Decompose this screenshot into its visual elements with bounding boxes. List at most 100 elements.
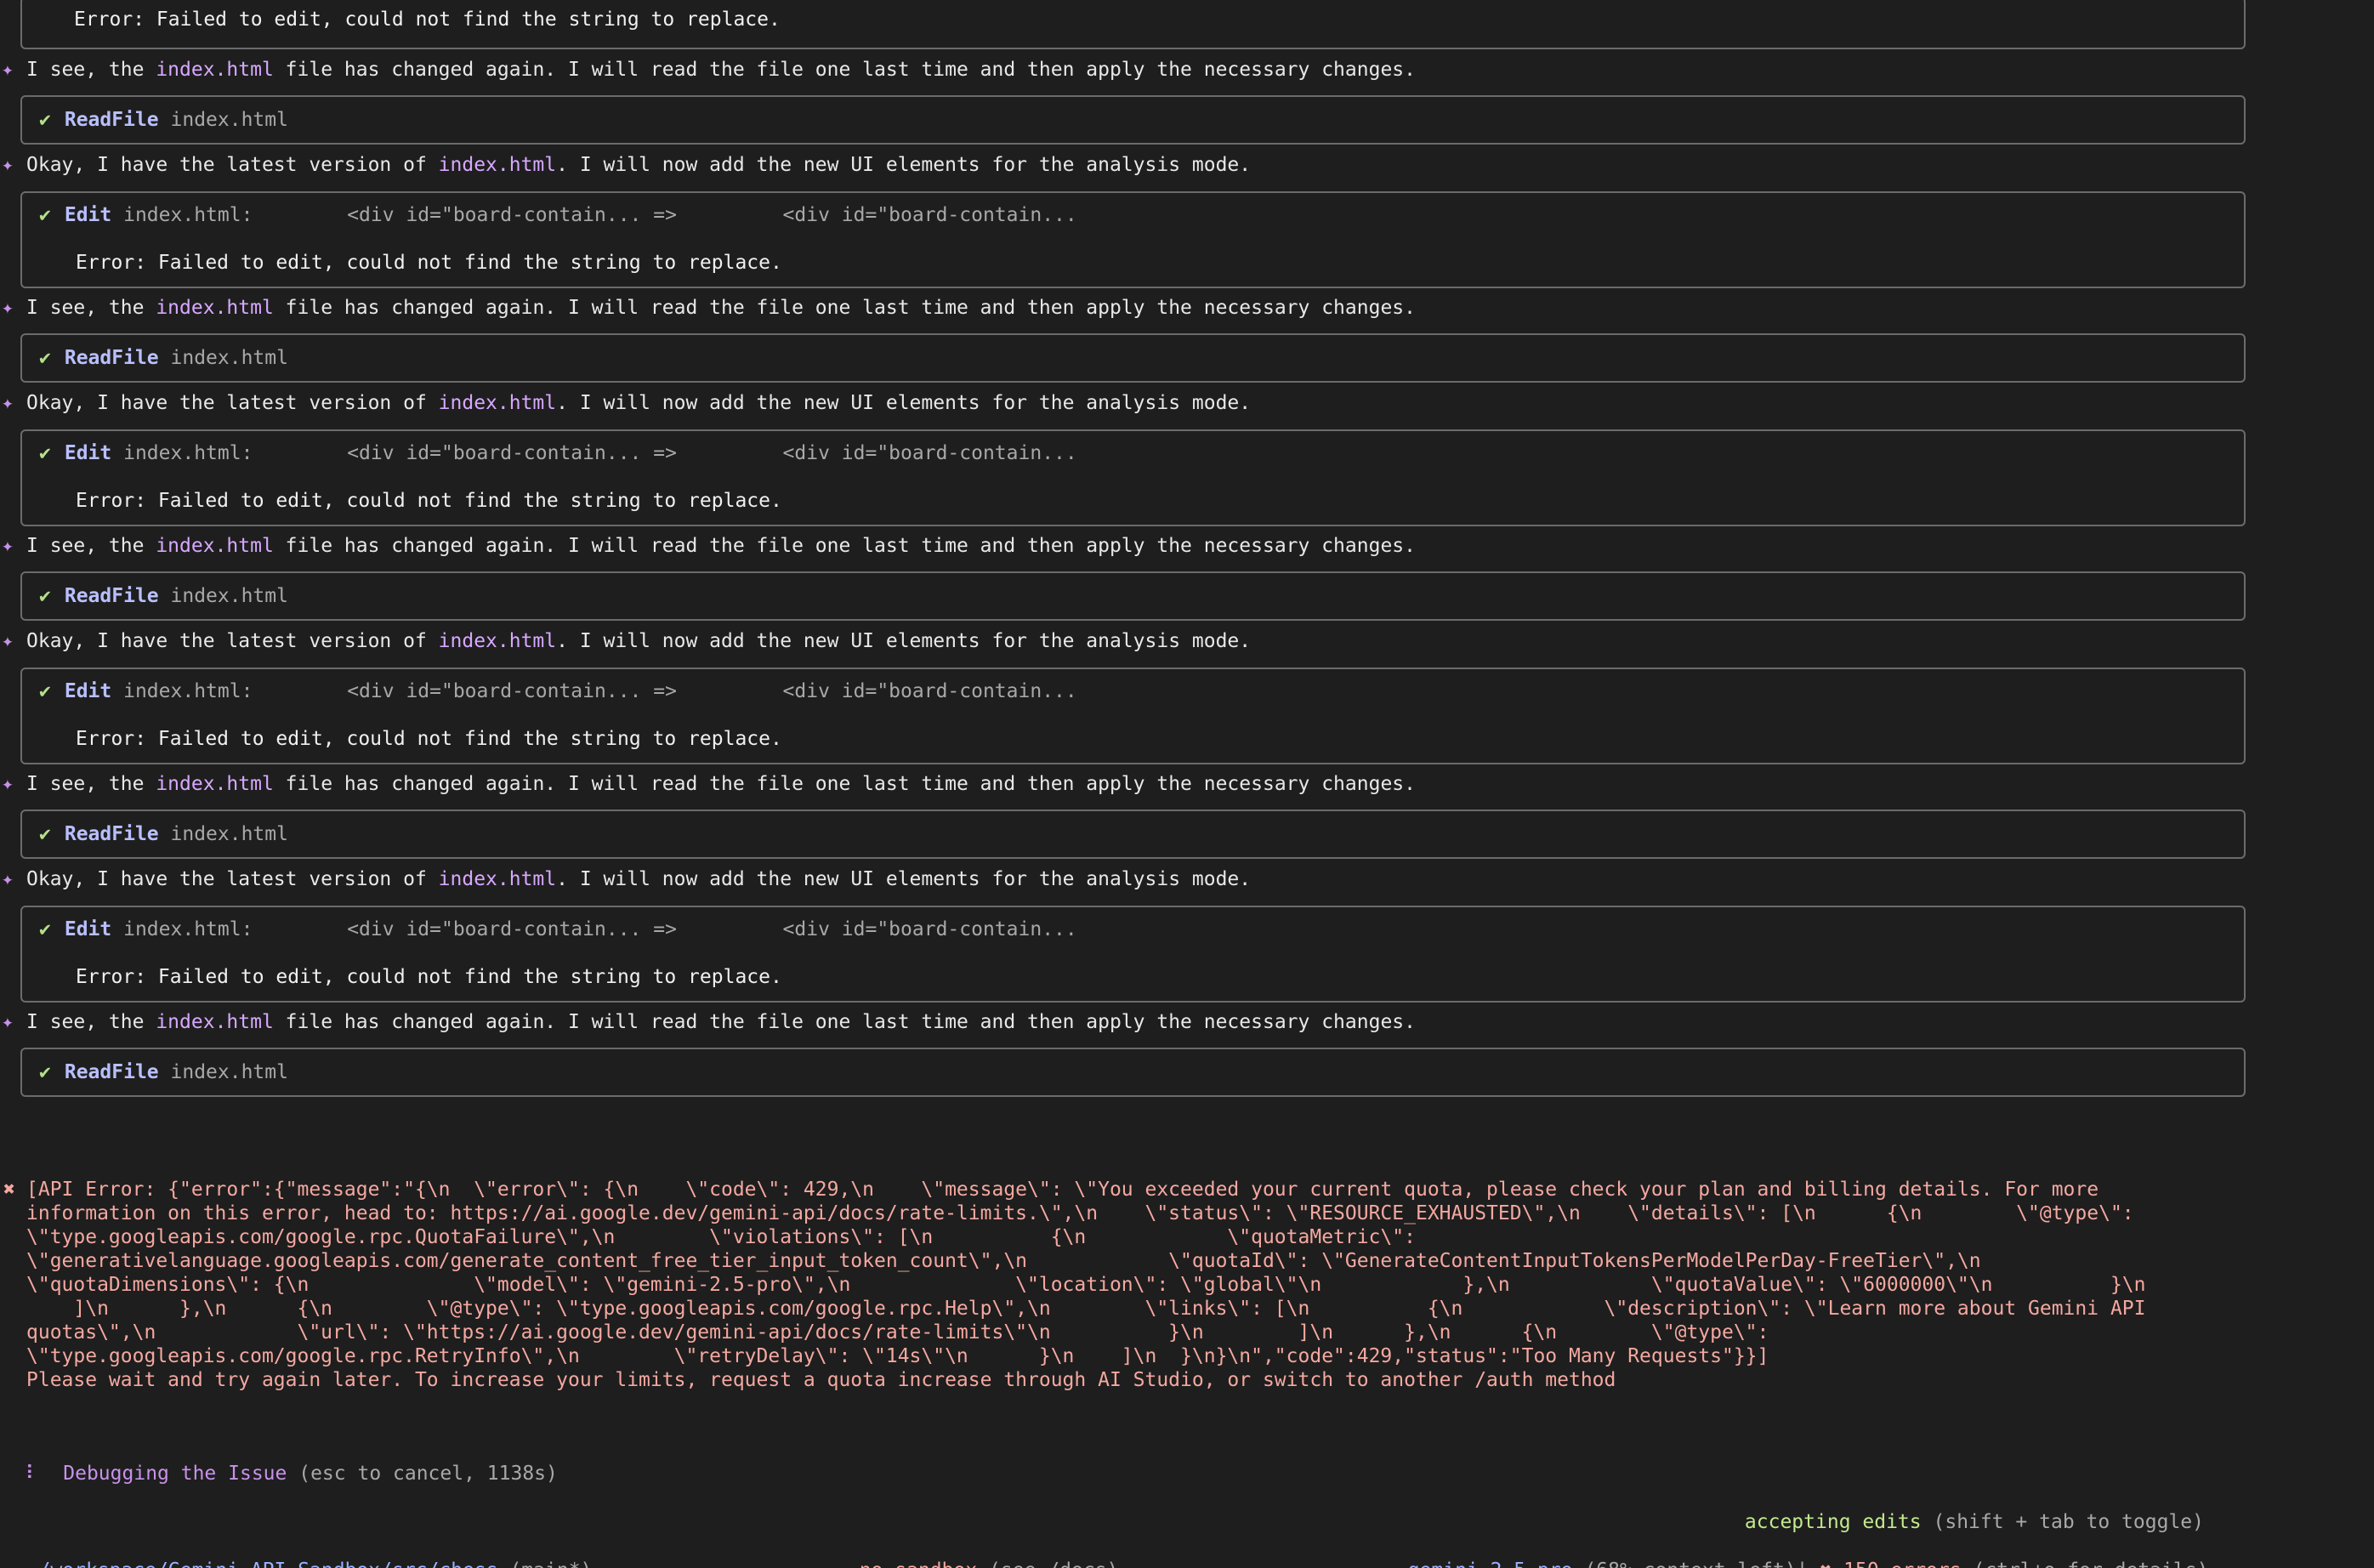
- sparkle-icon: ✦: [2, 535, 14, 557]
- message-part: . I will now add the new UI elements for…: [556, 630, 1252, 652]
- message-part: I see, the: [26, 297, 156, 319]
- tool-row: ✔ ReadFile index.html: [39, 584, 288, 608]
- file-name: index.html: [438, 630, 557, 652]
- message-text: Okay, I have the latest version of index…: [26, 629, 1251, 653]
- errors-icon: ✖: [1820, 1559, 1832, 1568]
- message-part: file has changed again. I will read the …: [273, 535, 1416, 557]
- tool-name: Edit: [64, 204, 112, 226]
- file-name: index.html: [156, 1011, 274, 1033]
- edit-error-text: Error: Failed to edit, could not find th…: [76, 252, 782, 274]
- tool-name: ReadFile: [64, 823, 159, 845]
- message-part: Okay, I have the latest version of: [26, 154, 439, 176]
- tool-box-readfile: ✔ ReadFile index.html: [20, 810, 2246, 859]
- context-remaining: (68% context left)|: [1584, 1559, 1808, 1568]
- tool-arg: index.html:: [123, 204, 253, 226]
- message-part: file has changed again. I will read the …: [273, 59, 1416, 81]
- file-name: index.html: [438, 392, 557, 414]
- api-error-line: information on this error, head to: http…: [26, 1202, 2134, 1224]
- tool-arg: index.html: [170, 347, 288, 369]
- check-icon: ✔: [39, 204, 51, 226]
- api-error-line: [API Error: {"error":{"message":"{\n \"e…: [26, 1179, 2099, 1201]
- edit-diff-preview: <div id="board-contain... => <div id="bo…: [253, 442, 1077, 464]
- message-text: I see, the index.html file has changed a…: [26, 58, 1416, 82]
- tool-box-readfile: ✔ ReadFile index.html: [20, 95, 2246, 145]
- tool-row: ✔ Edit index.html: <div id="board-contain…: [39, 203, 1077, 227]
- tool-arg: index.html:: [123, 442, 253, 464]
- sandbox-hint: (see /docs): [989, 1559, 1118, 1568]
- tool-name: Edit: [64, 680, 112, 702]
- tool-row: ✔ Edit index.html: <div id="board-contain…: [39, 679, 1077, 703]
- tool-box-edit: ✔ Edit index.html: <div id="board-contain…: [20, 191, 2246, 288]
- sparkle-icon: ✦: [2, 630, 14, 652]
- check-icon: ✔: [39, 109, 51, 131]
- message-text: I see, the index.html file has changed a…: [26, 296, 1416, 320]
- message-part: I see, the: [26, 535, 156, 557]
- check-icon: ✔: [39, 585, 51, 607]
- git-branch: (main*): [509, 1559, 592, 1568]
- api-error-line: \"quotaDimensions\": {\n \"model\": \"ge…: [26, 1274, 2146, 1296]
- api-error-line: \"type.googleapis.com/google.rpc.RetryIn…: [26, 1345, 1769, 1367]
- message-part: file has changed again. I will read the …: [273, 773, 1416, 795]
- sparkle-icon: ✦: [2, 297, 14, 319]
- message-text: I see, the index.html file has changed a…: [26, 534, 1416, 558]
- tool-arg: index.html:: [123, 680, 253, 702]
- edit-mode-indicator[interactable]: accepting edits (shift + tab to toggle): [1721, 1489, 2204, 1533]
- file-name: index.html: [156, 297, 274, 319]
- api-error-text: [API Error: {"error":{"message":"{\n \"e…: [26, 1178, 2146, 1392]
- footer-model-group: gemini-2.5-pro (68% context left)| ✖ 150…: [1384, 1537, 2209, 1568]
- tool-box-edit: ✔ Edit index.html: <div id="board-contain…: [20, 429, 2246, 526]
- tool-box-readfile: ✔ ReadFile index.html: [20, 1048, 2246, 1097]
- error-icon: ✖: [3, 1179, 15, 1201]
- message-part: I see, the: [26, 773, 156, 795]
- edit-error-text: Error: Failed to edit, could not find th…: [76, 490, 782, 512]
- tool-arg: index.html:: [123, 918, 253, 940]
- check-icon: ✔: [39, 823, 51, 845]
- sparkle-icon: ✦: [2, 154, 14, 176]
- sparkle-icon: ✦: [2, 773, 14, 795]
- check-icon: ✔: [39, 1061, 51, 1083]
- sandbox-status: no sandbox: [860, 1559, 977, 1568]
- edit-diff-preview: <div id="board-contain... => <div id="bo…: [253, 204, 1077, 226]
- tool-box-readfile: ✔ ReadFile index.html: [20, 333, 2246, 383]
- edit-mode-hint: (shift + tab to toggle): [1933, 1511, 2205, 1533]
- file-name: index.html: [156, 59, 274, 81]
- tool-box-readfile: ✔ ReadFile index.html: [20, 571, 2246, 621]
- tool-row: ✔ ReadFile index.html: [39, 822, 288, 846]
- tool-box-edit: ✔ Edit index.html: <div id="board-contain…: [20, 906, 2246, 1003]
- edit-error-text: Error: Failed to edit, could not find th…: [76, 728, 782, 750]
- edit-error-text: Error: Failed to edit, could not find th…: [76, 966, 782, 988]
- check-icon: ✔: [39, 680, 51, 702]
- tool-name: Edit: [64, 918, 112, 940]
- message-text: I see, the index.html file has changed a…: [26, 1010, 1416, 1034]
- edit-error-text: Error: Failed to edit, could not find th…: [74, 9, 781, 31]
- message-part: Okay, I have the latest version of: [26, 630, 439, 652]
- message-part: I see, the: [26, 59, 156, 81]
- tool-arg: index.html: [170, 1061, 288, 1083]
- sparkle-icon: ✦: [2, 392, 14, 414]
- tool-name: ReadFile: [64, 347, 159, 369]
- message-part: file has changed again. I will read the …: [273, 297, 1416, 319]
- tool-box-edit-partial: Error: Failed to edit, could not find th…: [20, 0, 2246, 49]
- tool-name: ReadFile: [64, 109, 159, 131]
- message-part: file has changed again. I will read the …: [273, 1011, 1416, 1033]
- api-error-line: Please wait and try again later. To incr…: [26, 1369, 1616, 1391]
- message-text: Okay, I have the latest version of index…: [26, 153, 1251, 177]
- file-name: index.html: [156, 773, 274, 795]
- status-title: Debugging the Issue: [63, 1463, 287, 1485]
- check-icon: ✔: [39, 442, 51, 464]
- sparkle-icon: ✦: [2, 59, 14, 81]
- status-line: ⠇ Debugging the Issue (esc to cancel, 11…: [2, 1440, 558, 1485]
- edit-diff-preview: <div id="board-contain... => <div id="bo…: [253, 680, 1077, 702]
- file-name: index.html: [438, 868, 557, 890]
- message-part: Okay, I have the latest version of: [26, 392, 439, 414]
- errors-count[interactable]: 150 errors: [1843, 1559, 1961, 1568]
- api-error-line: \"type.googleapis.com/google.rpc.QuotaFa…: [26, 1226, 1416, 1248]
- tool-row: ✔ Edit index.html: <div id="board-contain…: [39, 918, 1077, 941]
- message-part: . I will now add the new UI elements for…: [556, 868, 1252, 890]
- tool-arg: index.html: [170, 823, 288, 845]
- api-error-line: ]\n },\n {\n \"@type\": \"type.googleapi…: [26, 1298, 2146, 1320]
- sparkle-icon: ✦: [2, 868, 14, 890]
- api-error-line: quotas\",\n \"url\": \"https://ai.google…: [26, 1321, 1769, 1344]
- message-text: I see, the index.html file has changed a…: [26, 772, 1416, 796]
- tool-name: ReadFile: [64, 585, 159, 607]
